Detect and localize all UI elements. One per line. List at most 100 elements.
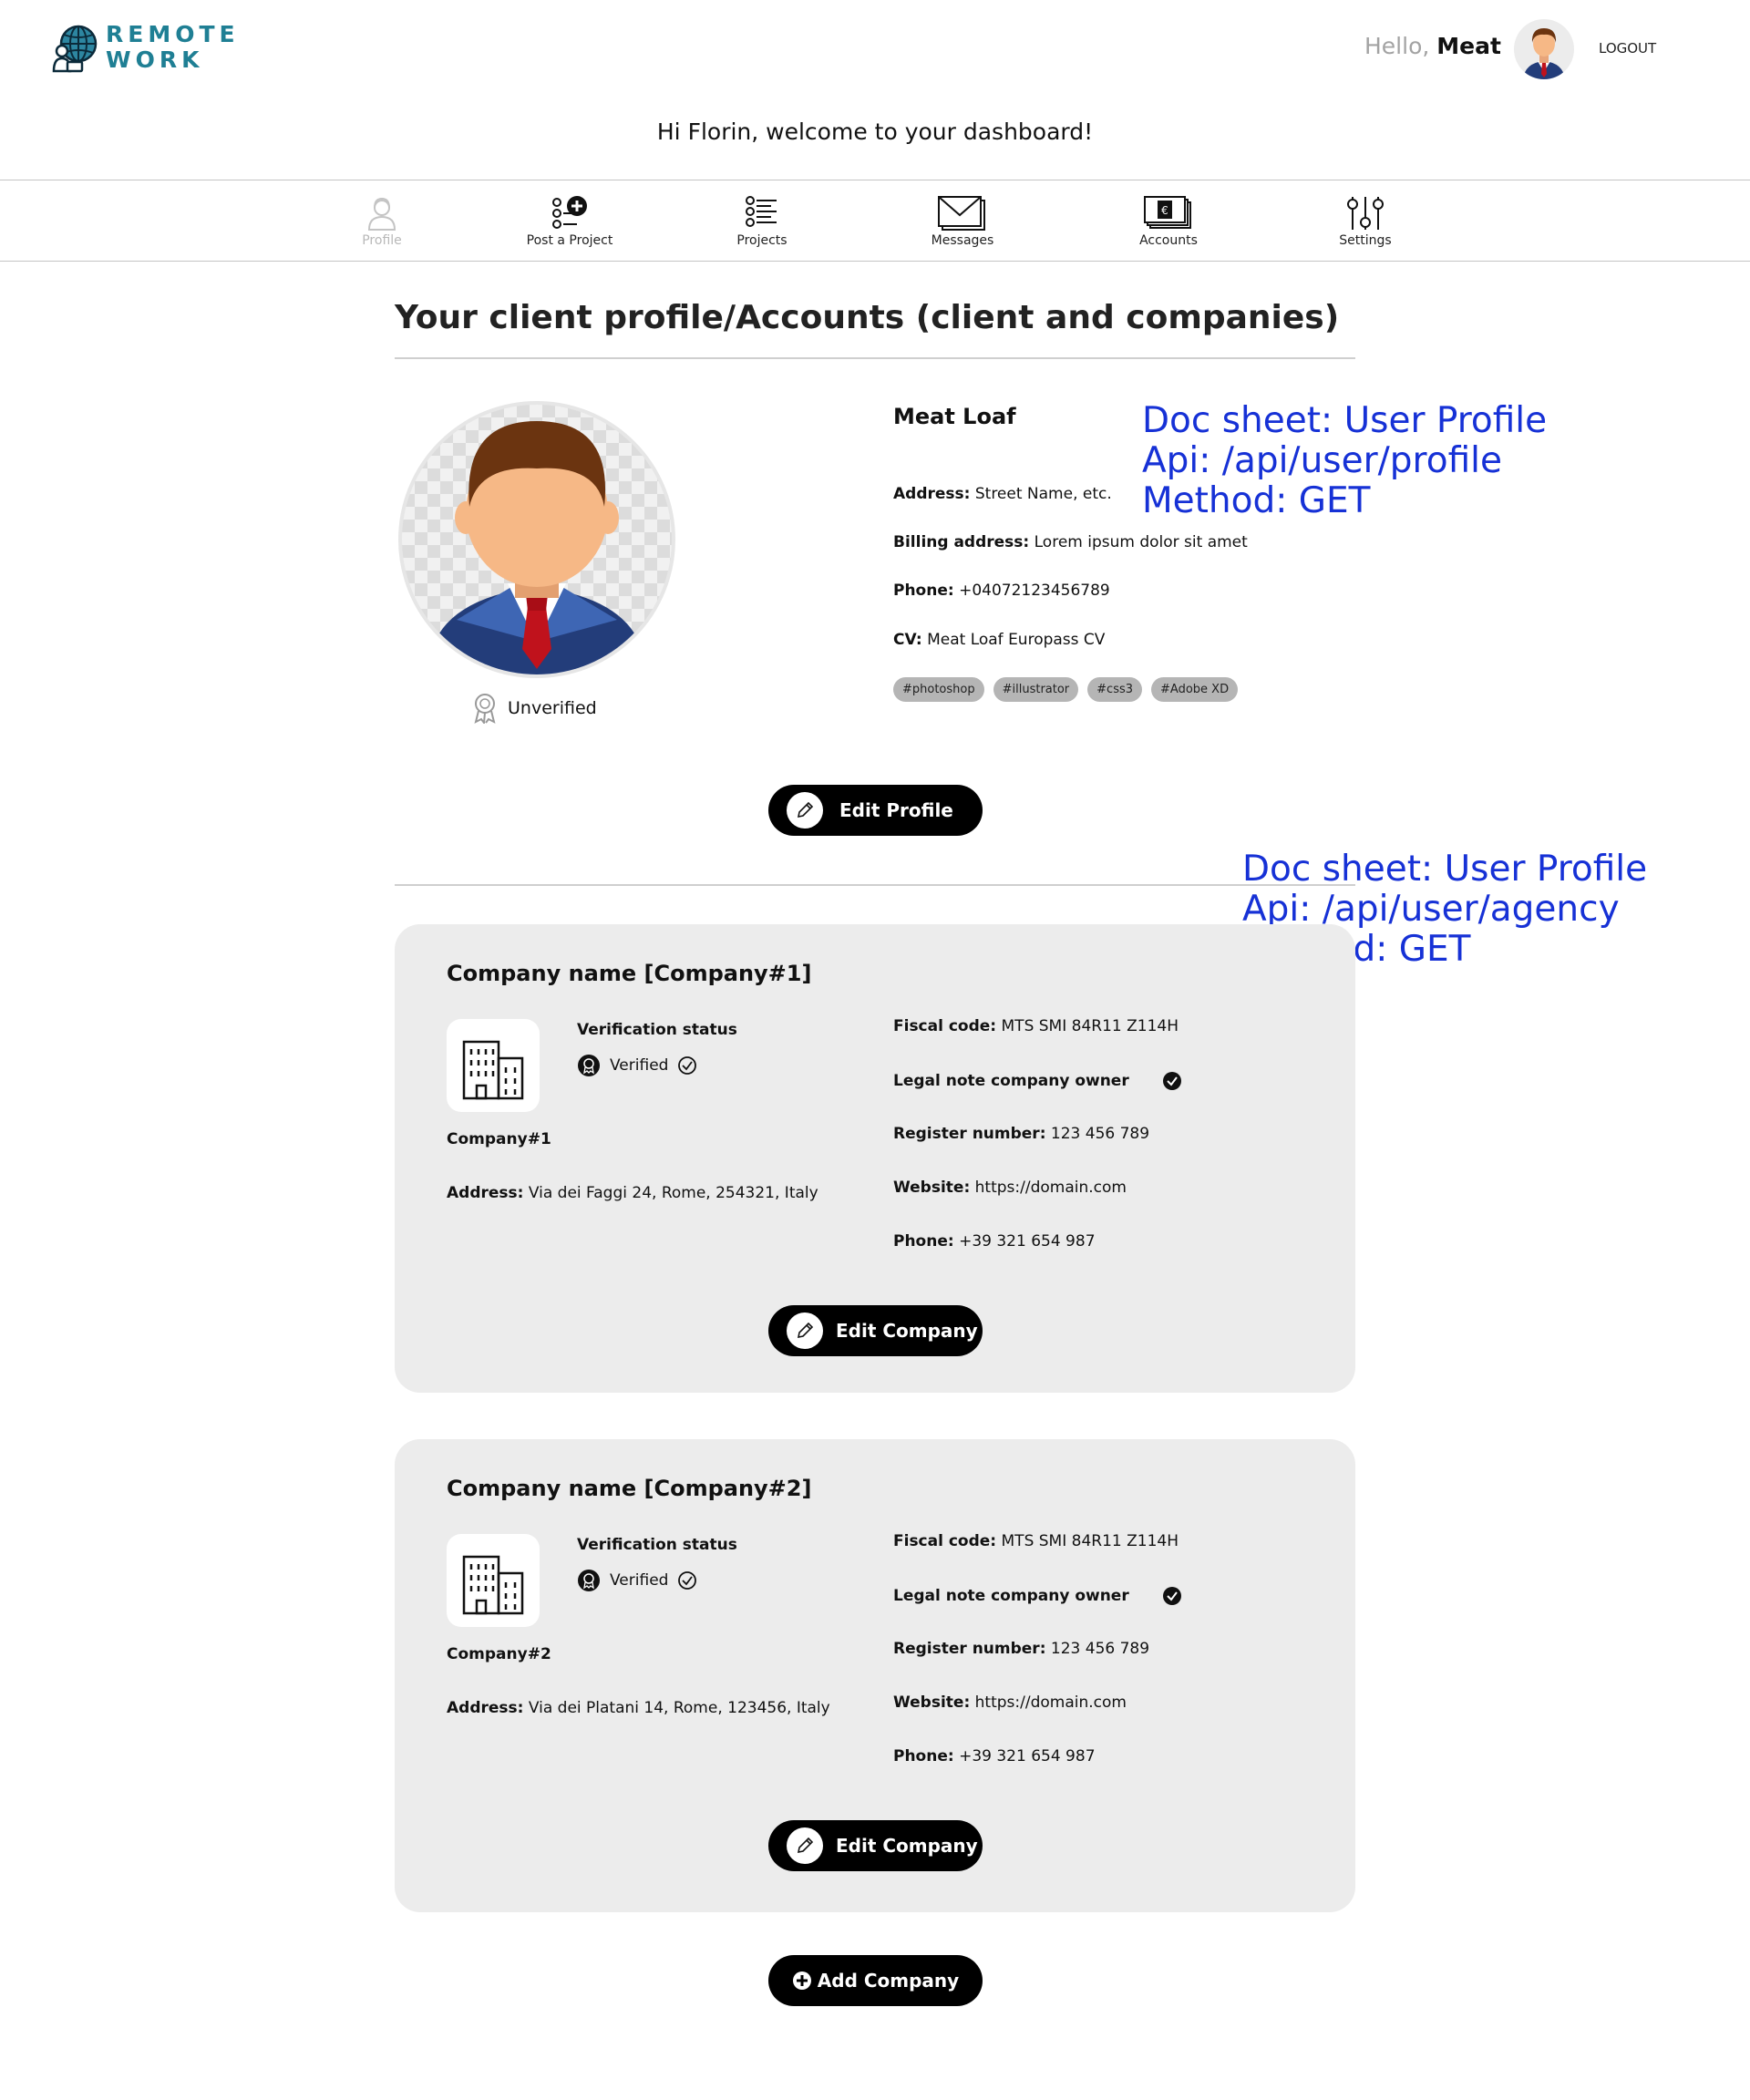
edit-company-label: Edit Company	[836, 1835, 978, 1857]
billing-value: Lorem ipsum dolor sit amet	[1034, 533, 1248, 551]
add-company-button[interactable]: Add Company	[768, 1955, 983, 2006]
add-company-label: Add Company	[817, 1970, 960, 1992]
logo-line2: WORK	[106, 46, 204, 73]
fiscal-value: MTS SMI 84R11 Z114H	[1001, 1017, 1179, 1035]
welcome-message: Hi Florin, welcome to your dashboard!	[656, 118, 1094, 145]
projects-icon	[746, 196, 777, 227]
company-phone: Phone: +39 321 654 987	[893, 1232, 1096, 1251]
register-label: Register number:	[893, 1125, 1046, 1143]
nav-label-messages: Messages	[931, 233, 994, 248]
verification-status-text: Unverified	[508, 698, 597, 718]
website: Website: https://domain.com	[893, 1693, 1127, 1712]
address-label: Address:	[893, 485, 971, 503]
company-title: Company name [Company#1]	[447, 961, 812, 986]
address-label: Address:	[447, 1184, 524, 1202]
company-card: Company name [Company#2] Verification st…	[395, 1439, 1355, 1912]
tag[interactable]: #css3	[1087, 677, 1143, 702]
phone-label: Phone:	[893, 582, 954, 600]
messages-icon	[938, 196, 985, 231]
nav-item-settings[interactable]: Settings	[1292, 195, 1438, 248]
edit-profile-button[interactable]: Edit Profile	[768, 785, 983, 836]
website-value[interactable]: https://domain.com	[975, 1179, 1127, 1197]
building-icon	[462, 1555, 524, 1615]
greeting-name: Meat	[1436, 33, 1501, 59]
address-value: Via dei Faggi 24, Rome, 254321, Italy	[528, 1184, 818, 1202]
legal-label: Legal note company owner	[893, 1587, 1129, 1605]
register-number: Register number: 123 456 789	[893, 1640, 1149, 1658]
verification-value: Verified	[610, 1571, 669, 1590]
address-value: Street Name, etc.	[974, 485, 1112, 503]
profile-phone: Phone: +04072123456789	[893, 582, 1110, 600]
company-phone: Phone: +39 321 654 987	[893, 1747, 1096, 1765]
register-value: 123 456 789	[1050, 1125, 1150, 1143]
edit-company-button[interactable]: Edit Company	[768, 1820, 983, 1871]
edit-company-button[interactable]: Edit Company	[768, 1305, 983, 1356]
nav-item-projects[interactable]: Projects	[689, 195, 835, 248]
greeting: Hello, Meat	[1364, 33, 1501, 59]
nav-label-profile: Profile	[362, 233, 402, 248]
note-line: Doc sheet: User Profile	[1142, 400, 1548, 441]
phone-value: +04072123456789	[959, 582, 1110, 600]
phone-value: +39 321 654 987	[959, 1232, 1096, 1251]
verification-label: Verification status	[577, 1021, 737, 1039]
company-logo	[447, 1534, 540, 1627]
check-circle-icon	[678, 1571, 697, 1590]
skill-tags: #photoshop #illustrator #css3 #Adobe XD	[893, 677, 1239, 702]
pencil-icon	[787, 792, 823, 829]
check-filled-icon	[1162, 1072, 1181, 1090]
nav-item-accounts[interactable]: € Accounts	[1096, 195, 1241, 248]
profile-address: Address: Street Name, etc.	[893, 485, 1112, 503]
logo-text: REMOTE WORK	[106, 22, 240, 73]
company-short-name: Company#2	[447, 1645, 551, 1663]
main-nav: Profile Post a Project Projects Messages…	[0, 180, 1750, 262]
divider	[395, 884, 1355, 886]
legal-note: Legal note company owner	[893, 1586, 1182, 1606]
register-label: Register number:	[893, 1640, 1046, 1658]
plus-circle-icon	[792, 1971, 811, 1990]
nav-item-post-project[interactable]: Post a Project	[497, 195, 643, 248]
greeting-prefix: Hello,	[1364, 33, 1430, 59]
check-filled-icon	[1162, 1587, 1181, 1605]
pencil-icon	[787, 1312, 823, 1349]
website-value[interactable]: https://domain.com	[975, 1693, 1127, 1712]
billing-label: Billing address:	[893, 533, 1030, 551]
fiscal-label: Fiscal code:	[893, 1017, 997, 1035]
phone-label: Phone:	[893, 1232, 954, 1251]
verification-status: Verified	[577, 1054, 697, 1077]
logo-icon	[51, 22, 102, 73]
fiscal-code: Fiscal code: MTS SMI 84R11 Z114H	[893, 1532, 1179, 1550]
note-line: Method: GET	[1142, 480, 1371, 521]
profile-name: Meat Loaf	[893, 404, 1016, 429]
svg-text:€: €	[1161, 204, 1168, 217]
verification-status: Verified	[577, 1569, 697, 1592]
tag[interactable]: #Adobe XD	[1151, 677, 1239, 702]
profile-billing: Billing address: Lorem ipsum dolor sit a…	[893, 533, 1248, 551]
nav-item-profile[interactable]: Profile	[309, 195, 455, 248]
nav-label-accounts: Accounts	[1139, 233, 1198, 248]
building-icon	[462, 1040, 524, 1100]
tag[interactable]: #photoshop	[893, 677, 984, 702]
nav-item-messages[interactable]: Messages	[890, 195, 1035, 248]
note-line: Api: /api/user/profile	[1142, 440, 1502, 481]
nav-label-settings: Settings	[1339, 233, 1392, 248]
tag[interactable]: #illustrator	[993, 677, 1079, 702]
phone-label: Phone:	[893, 1747, 954, 1765]
address-label: Address:	[447, 1699, 524, 1717]
cv-value[interactable]: Meat Loaf Europass CV	[927, 631, 1105, 649]
check-circle-icon	[678, 1056, 697, 1075]
verified-badge-icon	[578, 1055, 600, 1076]
edit-profile-label: Edit Profile	[839, 799, 953, 821]
nav-label-post-project: Post a Project	[526, 233, 613, 248]
page-title: Your client profile/Accounts (client and…	[395, 299, 1340, 336]
company-title: Company name [Company#2]	[447, 1476, 812, 1501]
logout-link[interactable]: LOGOUT	[1599, 40, 1656, 57]
legal-note: Legal note company owner	[893, 1071, 1182, 1091]
fiscal-code: Fiscal code: MTS SMI 84R11 Z114H	[893, 1017, 1179, 1035]
company-logo	[447, 1019, 540, 1112]
post-project-icon	[552, 196, 587, 229]
avatar[interactable]	[1514, 19, 1574, 79]
api-note-profile: Doc sheet: User Profile Api: /api/user/p…	[1142, 401, 1547, 521]
nav-label-projects: Projects	[736, 233, 788, 248]
website: Website: https://domain.com	[893, 1179, 1127, 1197]
profile-cv: CV: Meat Loaf Europass CV	[893, 631, 1105, 649]
